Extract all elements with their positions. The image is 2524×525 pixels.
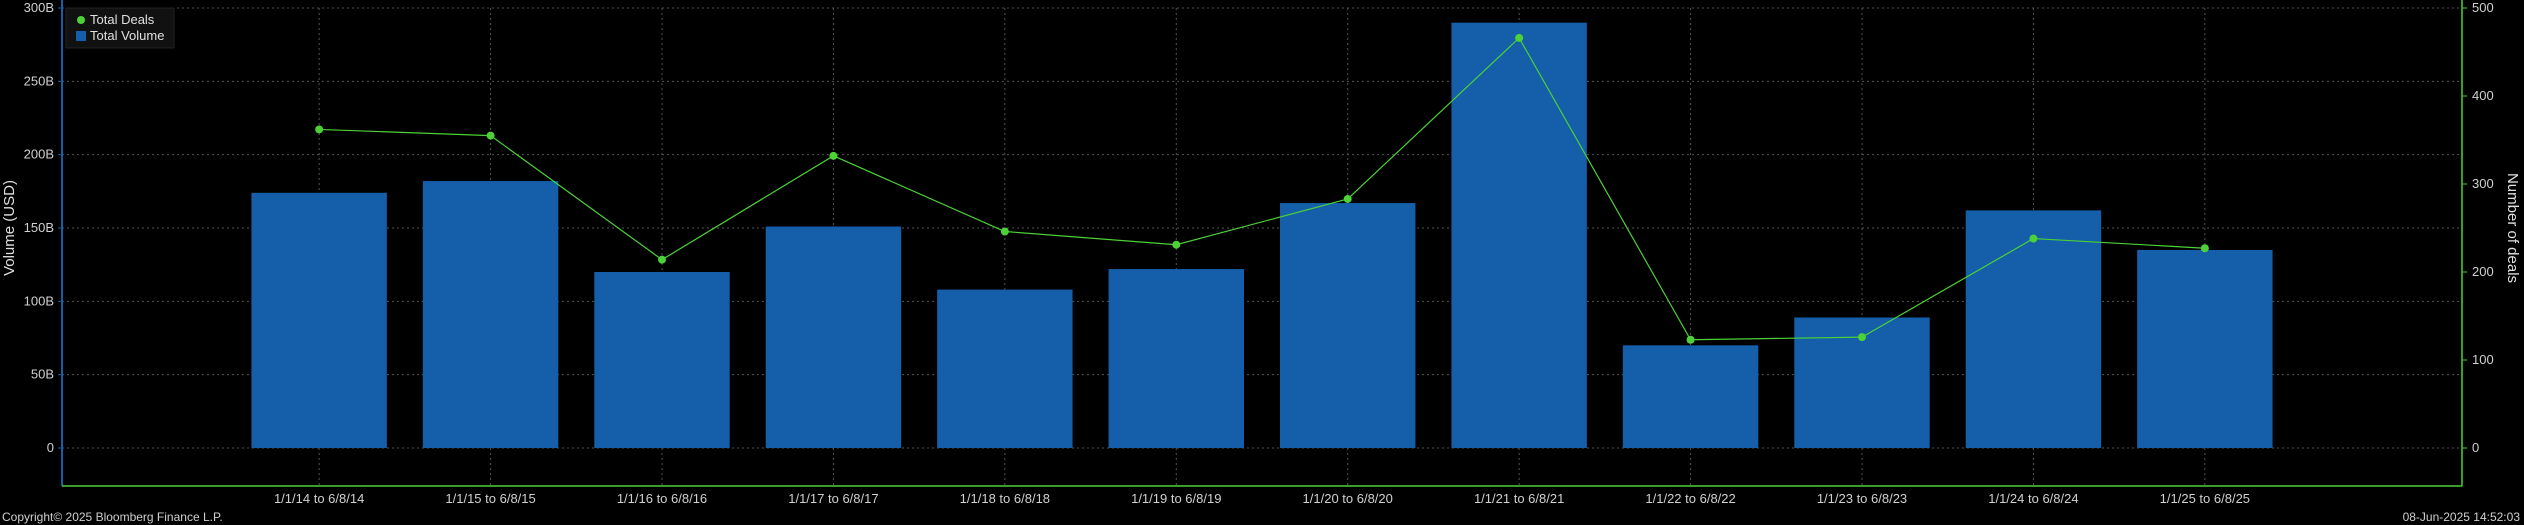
legend-deals-label: Total Deals: [90, 12, 155, 27]
legend-deals-marker: [77, 16, 85, 24]
left-tick-label: 200B: [24, 147, 54, 162]
right-tick-label: 0: [2472, 440, 2479, 455]
volume-bar: [2137, 250, 2273, 448]
volume-bar: [1451, 22, 1587, 449]
copyright-text: Copyright© 2025 Bloomberg Finance L.P.: [2, 510, 223, 524]
x-tick-label: 1/1/21 to 6/8/21: [1474, 491, 1564, 506]
deals-point: [486, 131, 495, 140]
bar-line-chart: 0 50B 100B 150B 200B 250B 300B 0 100 200 300 400 500…: [1, 0, 2521, 506]
left-tick-label: 150B: [24, 220, 54, 235]
deals-point: [1000, 227, 1009, 236]
legend-volume-label: Total Volume: [90, 28, 164, 43]
grid-lines: [62, 7, 2462, 486]
deals-point: [829, 151, 838, 160]
left-tick-label: 50B: [31, 367, 54, 382]
x-tick-label: 1/1/25 to 6/8/25: [2160, 491, 2250, 506]
deals-point: [1172, 240, 1181, 249]
deals-point: [658, 255, 666, 264]
deals-point: [1343, 194, 1352, 203]
x-tick-label: 1/1/23 to 6/8/23: [1817, 491, 1907, 506]
left-tick-label: 300B: [24, 0, 54, 15]
right-tick-label: 200: [2472, 264, 2494, 279]
x-tick-label: 1/1/18 to 6/8/18: [960, 491, 1050, 506]
x-tick-label: 1/1/16 to 6/8/16: [617, 491, 707, 506]
volume-bar: [765, 226, 902, 448]
left-tick-label: 250B: [24, 73, 54, 88]
deals-point: [2029, 234, 2038, 243]
right-tick-label: 400: [2472, 88, 2494, 103]
legend: Total DealsTotal Volume: [65, 7, 175, 49]
x-tick-label: 1/1/17 to 6/8/17: [788, 491, 878, 506]
deals-point: [315, 125, 324, 134]
volume-bars: [251, 22, 2273, 449]
deals-point: [1686, 335, 1695, 344]
left-axis-title: Volume (USD): [1, 180, 18, 276]
left-tick-label: 100B: [24, 293, 54, 308]
legend-volume-marker: [76, 31, 86, 41]
right-tick-label: 500: [2472, 0, 2494, 15]
volume-bar: [1280, 203, 1416, 448]
deals-point: [2200, 244, 2209, 253]
volume-bar: [1965, 210, 2102, 448]
right-tick-label: 300: [2472, 176, 2494, 191]
x-tick-label: 1/1/15 to 6/8/15: [445, 491, 535, 506]
volume-bar: [251, 192, 387, 448]
volume-bar: [1622, 345, 1759, 448]
deals-point: [1858, 333, 1866, 342]
x-tick-label: 1/1/20 to 6/8/20: [1303, 491, 1393, 506]
timestamp-text: 08-Jun-2025 14:52:03: [2402, 510, 2520, 524]
x-tick-label: 1/1/22 to 6/8/22: [1645, 491, 1735, 506]
volume-bar: [937, 289, 1073, 448]
deals-point: [1515, 33, 1524, 42]
x-tick-label: 1/1/14 to 6/8/14: [274, 491, 364, 506]
x-tick-label: 1/1/24 to 6/8/24: [1988, 491, 2078, 506]
volume-bar: [422, 181, 559, 449]
volume-bar: [1108, 269, 1244, 448]
right-tick-label: 100: [2472, 352, 2494, 367]
volume-bar: [594, 272, 730, 448]
x-tick-label: 1/1/19 to 6/8/19: [1131, 491, 1221, 506]
right-axis-title: Number of deals: [2504, 173, 2521, 283]
left-tick-label: 0: [47, 440, 54, 455]
